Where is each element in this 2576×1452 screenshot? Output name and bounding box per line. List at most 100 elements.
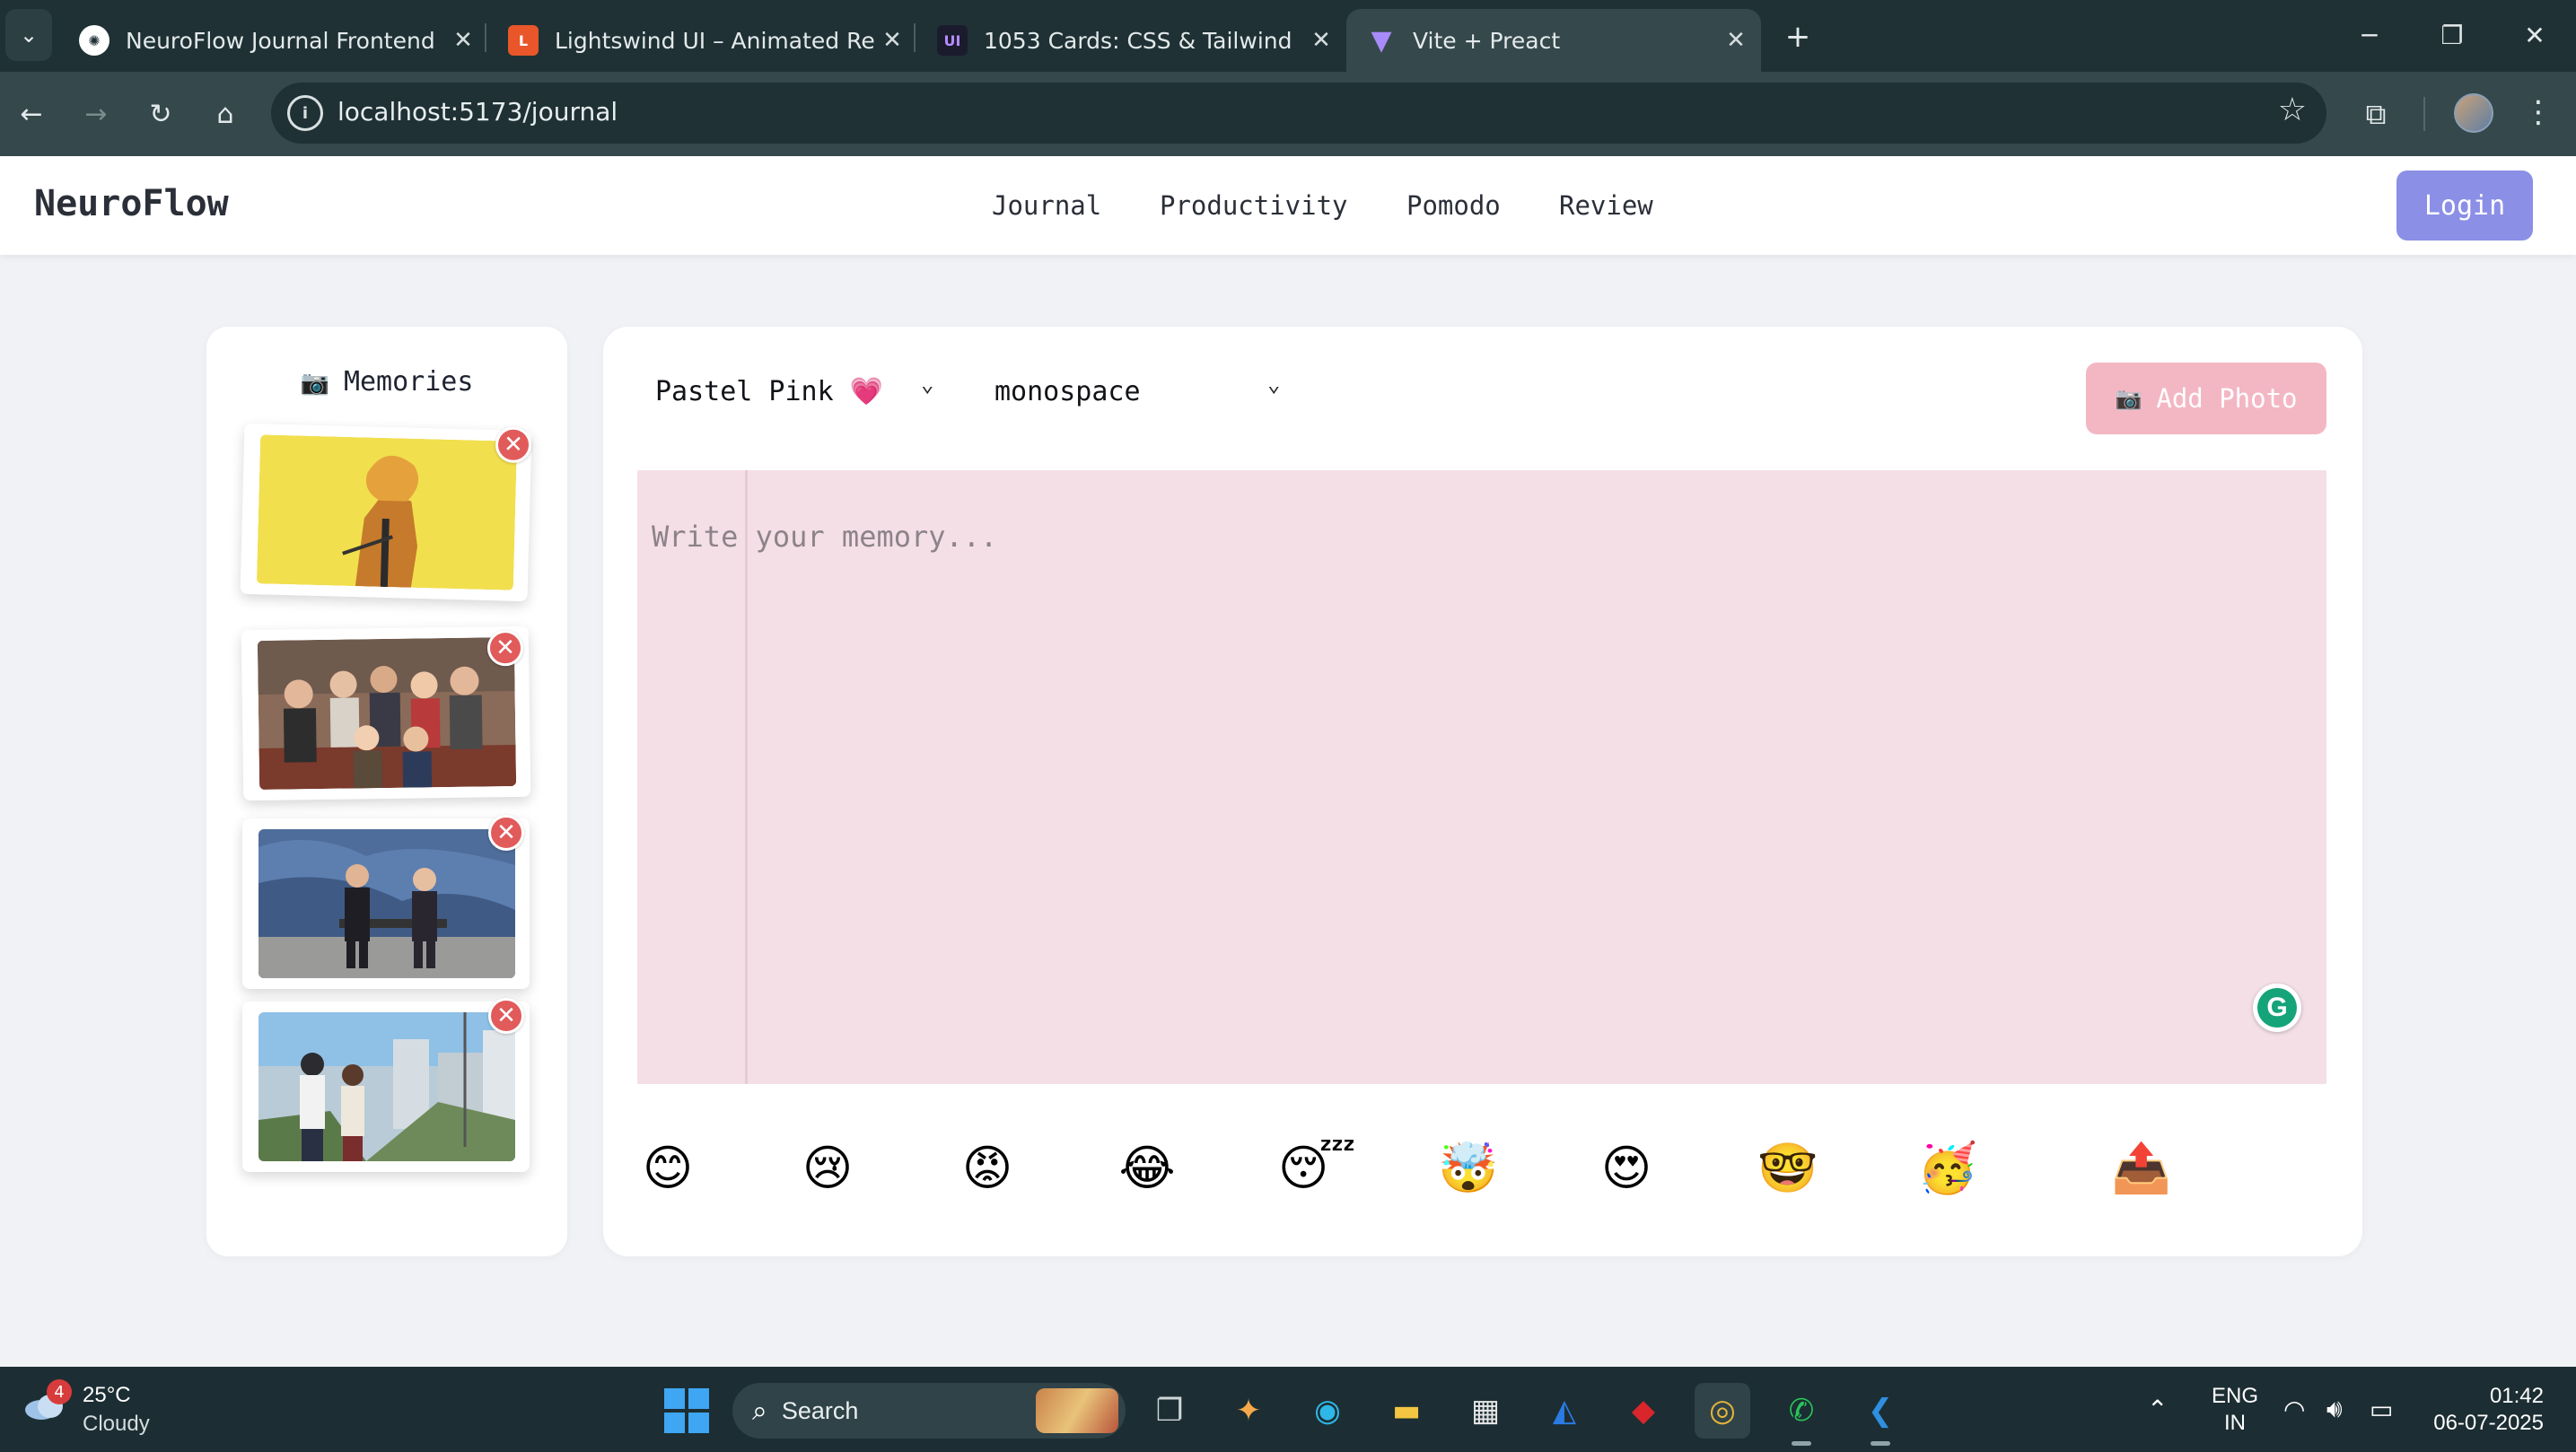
brand-logo[interactable]: NeuroFlow <box>34 183 229 224</box>
remove-photo-icon[interactable]: ✕ <box>488 998 524 1034</box>
openai-icon: ✺ <box>79 25 110 56</box>
battery-icon[interactable]: ▭ <box>2370 1367 2393 1452</box>
task-view-icon[interactable]: ❐ <box>1142 1383 1197 1439</box>
edge-browser-icon[interactable]: ◉ <box>1300 1383 1355 1439</box>
remove-photo-icon[interactable]: ✕ <box>486 629 524 667</box>
memories-heading: 📷 Memories <box>206 366 567 398</box>
volume-icon[interactable]: 🔊︎ <box>2326 1367 2343 1452</box>
memory-photo[interactable] <box>257 636 517 790</box>
bookmark-star-icon[interactable]: ☆ <box>2278 92 2307 128</box>
forward-arrow-icon[interactable]: → <box>74 92 118 136</box>
nav-review[interactable]: Review <box>1559 190 1653 221</box>
tab-close-icon[interactable]: ✕ <box>1303 27 1339 54</box>
memories-panel: 📷 Memories ✕ ✕ ✕ ✕ <box>206 327 567 1256</box>
font-select[interactable]: monospace ⌄ <box>994 363 1300 420</box>
remove-photo-icon[interactable]: ✕ <box>495 426 532 464</box>
tab-neuroflow-journal[interactable]: ✺ NeuroFlow Journal Frontend ✕ <box>59 9 488 72</box>
file-explorer-icon[interactable]: ▬ <box>1379 1383 1434 1439</box>
memory-photo[interactable] <box>258 829 515 978</box>
mcafee-icon[interactable]: ◆ <box>1616 1383 1671 1439</box>
autodesk-app-icon[interactable]: ◭ <box>1537 1383 1592 1439</box>
chevron-down-icon: ⌄ <box>921 372 934 397</box>
language-region: IN <box>2224 1411 2246 1435</box>
search-icon: ⌕ <box>752 1395 767 1427</box>
emoji-happy-icon[interactable]: 😊 <box>639 1140 697 1197</box>
taskbar-search[interactable]: ⌕ Search <box>732 1383 1126 1439</box>
memory-card[interactable]: ✕ <box>240 423 532 602</box>
lightswind-logo-icon: L <box>508 25 539 56</box>
extensions-puzzle-icon[interactable]: ⧉ <box>2353 92 2398 136</box>
windows-start-icon[interactable] <box>664 1388 709 1433</box>
vscode-icon[interactable]: ❮ <box>1853 1383 1908 1446</box>
clock-date: 06-07-2025 <box>2433 1411 2544 1435</box>
chrome-icon[interactable]: ◎ <box>1695 1383 1750 1439</box>
add-photo-button[interactable]: 📷 Add Photo <box>2086 363 2326 434</box>
emoji-laughing-icon[interactable]: 😂 <box>1118 1140 1176 1197</box>
memory-photo[interactable] <box>258 1012 515 1161</box>
home-icon[interactable]: ⌂ <box>203 92 248 136</box>
journal-editor: Pastel Pink 💗 ⌄ monospace ⌄ 📷 Add Photo … <box>603 327 2362 1256</box>
site-info-icon[interactable]: i <box>287 95 323 131</box>
minimize-icon[interactable]: ─ <box>2334 13 2405 57</box>
tab-lightswind-ui[interactable]: L Lightswind UI – Animated React ✕ <box>488 9 917 72</box>
vite-logo-icon: ▼ <box>1371 24 1392 57</box>
restore-icon[interactable]: ❐ <box>2416 13 2488 57</box>
profile-avatar[interactable] <box>2454 93 2493 133</box>
nav-productivity[interactable]: Productivity <box>1160 190 1348 221</box>
emoji-mind-blown-icon[interactable]: 🤯 <box>1438 1140 1498 1197</box>
tab-divider <box>914 23 916 52</box>
tab-title: NeuroFlow Journal Frontend <box>126 27 435 54</box>
memory-card[interactable]: ✕ <box>241 625 531 801</box>
weather-notification-badge: 4 <box>47 1379 72 1404</box>
theme-select[interactable]: Pastel Pink 💗 ⌄ <box>655 363 951 420</box>
tab-vite-preact[interactable]: ▼ Vite + Preact ✕ <box>1346 9 1761 72</box>
weather-temperature[interactable]: 25°C <box>83 1383 131 1408</box>
input-language[interactable]: ENG IN <box>2210 1383 2260 1437</box>
microsoft-store-icon[interactable]: ▦ <box>1458 1383 1513 1439</box>
emoji-sleepy-icon[interactable]: 😴 <box>1278 1140 1356 1197</box>
memory-textarea[interactable] <box>637 470 2326 1084</box>
app-header: NeuroFlow Journal Productivity Pomodo Re… <box>0 156 2576 255</box>
back-arrow-icon[interactable]: ← <box>9 92 54 136</box>
remove-photo-icon[interactable]: ✕ <box>488 815 524 851</box>
tab-close-icon[interactable]: ✕ <box>445 27 481 54</box>
tab-search-chevron-icon[interactable]: ⌄ <box>5 9 52 61</box>
tray-overflow-chevron-icon[interactable]: ⌃ <box>2147 1367 2168 1452</box>
emoji-sad-icon[interactable]: 😢 <box>799 1140 856 1197</box>
url-text[interactable]: localhost:5173/journal <box>337 97 618 127</box>
login-button[interactable]: Login <box>2396 171 2533 241</box>
close-window-icon[interactable]: ✕ <box>2499 13 2571 57</box>
emoji-nerd-icon[interactable]: 🤓 <box>1757 1140 1818 1197</box>
browser-tab-bar: ⌄ ✺ NeuroFlow Journal Frontend ✕ L Light… <box>0 0 2576 72</box>
nav-journal[interactable]: Journal <box>992 190 1101 221</box>
copilot-icon[interactable]: ✦ <box>1221 1383 1276 1439</box>
reload-icon[interactable]: ↻ <box>138 92 183 136</box>
memory-card[interactable]: ✕ <box>242 998 530 1172</box>
tab-title: Lightswind UI – Animated React <box>555 27 874 54</box>
browser-menu-icon[interactable]: ⋮ <box>2520 90 2556 135</box>
memory-textarea-container <box>637 470 2326 1084</box>
whatsapp-icon[interactable]: ✆ <box>1774 1383 1829 1446</box>
tab-css-cards[interactable]: UI 1053 Cards: CSS & Tailwind ✕ <box>917 9 1346 72</box>
grammarly-icon[interactable]: G <box>2253 984 2301 1032</box>
emoji-angry-icon[interactable]: 😡 <box>959 1140 1016 1197</box>
memory-photo[interactable] <box>256 434 518 590</box>
emoji-party-icon[interactable]: 🥳 <box>1917 1140 1977 1197</box>
weather-condition[interactable]: Cloudy <box>83 1412 150 1437</box>
toolbar-divider <box>2423 97 2425 131</box>
address-bar[interactable]: i localhost:5173/journal ☆ <box>271 83 2326 144</box>
tab-close-icon[interactable]: ✕ <box>874 27 910 54</box>
tab-divider <box>485 23 486 52</box>
nav-pomodo[interactable]: Pomodo <box>1406 190 1501 221</box>
emoji-heart-eyes-icon[interactable]: 😍 <box>1598 1140 1655 1197</box>
search-highlight-image <box>1036 1388 1118 1433</box>
upload-tray-icon[interactable]: 📤 <box>2111 1140 2171 1197</box>
memories-title: Memories <box>343 366 474 398</box>
language-code: ENG <box>2211 1384 2258 1408</box>
new-tab-icon[interactable]: + <box>1775 14 1820 59</box>
tab-close-icon[interactable]: ✕ <box>1718 27 1754 54</box>
memory-card[interactable]: ✕ <box>242 815 530 989</box>
tab-title: 1053 Cards: CSS & Tailwind <box>984 27 1292 54</box>
system-clock[interactable]: 01:42 06-07-2025 <box>2423 1383 2544 1437</box>
wifi-icon[interactable]: ◠ <box>2283 1367 2305 1452</box>
